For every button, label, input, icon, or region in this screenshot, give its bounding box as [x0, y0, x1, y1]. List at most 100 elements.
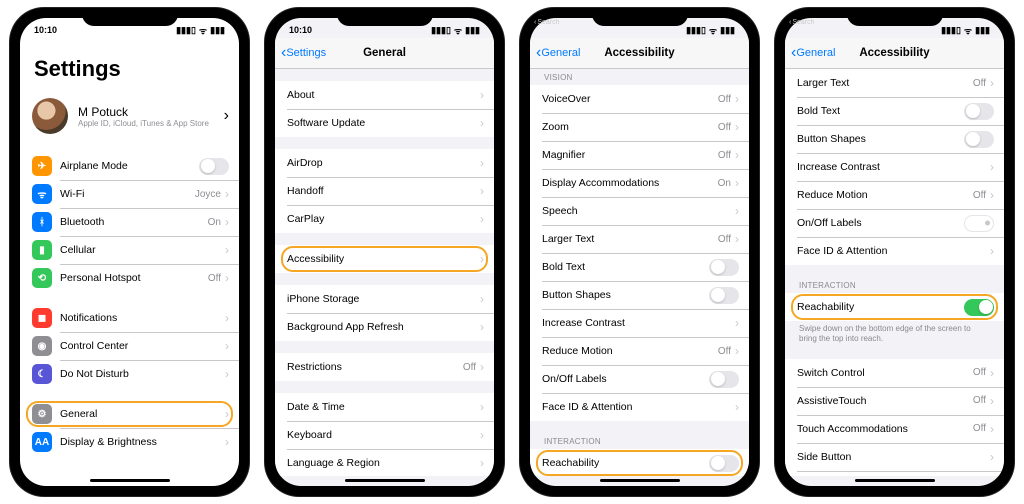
dnd-cell[interactable]: ☾ Do Not Disturb ›	[20, 360, 239, 388]
back-button[interactable]: ‹ General	[791, 38, 835, 68]
vision-zoom[interactable]: ZoomOff›	[530, 113, 749, 141]
general-keyboard[interactable]: Keyboard›	[275, 421, 494, 449]
toggle[interactable]	[199, 158, 229, 175]
interaction-siri[interactable]: Siri›	[785, 471, 1004, 476]
phone-accessibility-scrolled: ‹Search 10:10 ▮▮▮▯ᯤ▮▮▮ ‹ General Accessi…	[775, 8, 1014, 496]
vision-reduce-motion[interactable]: Reduce MotionOff›	[530, 337, 749, 365]
cellular-cell[interactable]: ▮ Cellular ›	[20, 236, 239, 264]
chevron-right-icon: ›	[225, 339, 229, 353]
general-date-time[interactable]: Date & Time›	[275, 393, 494, 421]
home-indicator[interactable]	[345, 479, 425, 482]
interaction-reachability[interactable]: Reachability	[530, 449, 749, 476]
general-about[interactable]: About›	[275, 81, 494, 109]
general-iphone-storage[interactable]: iPhone Storage›	[275, 285, 494, 313]
cell-label: Language & Region	[287, 457, 476, 469]
cell-detail: Off	[208, 273, 221, 284]
chevron-right-icon: ›	[480, 88, 484, 102]
toggle[interactable]	[964, 299, 994, 316]
toggle[interactable]	[709, 259, 739, 276]
cell-label: Do Not Disturb	[60, 368, 221, 380]
vision-speech[interactable]: Speech›	[530, 197, 749, 225]
toggle[interactable]	[709, 287, 739, 304]
vision-larger-text[interactable]: Larger TextOff›	[530, 225, 749, 253]
cell-detail: On	[208, 217, 221, 228]
chevron-right-icon: ›	[990, 394, 994, 408]
notch	[337, 8, 433, 26]
vision-on-off-labels[interactable]: On/Off Labels	[785, 209, 1004, 237]
hotspot-cell[interactable]: ⟲ Personal Hotspot Off ›	[20, 264, 239, 292]
airplane-mode-cell[interactable]: ✈ Airplane Mode	[20, 152, 239, 180]
chevron-right-icon: ›	[990, 450, 994, 464]
control-center-cell[interactable]: ◉ Control Center ›	[20, 332, 239, 360]
cell-label: Increase Contrast	[797, 161, 986, 173]
toggle[interactable]	[709, 371, 739, 388]
moon-icon: ☾	[32, 364, 52, 384]
back-button[interactable]: ‹ Settings	[281, 38, 326, 68]
vision-on-off-labels[interactable]: On/Off Labels	[530, 365, 749, 393]
interaction-assistivetouch[interactable]: AssistiveTouchOff›	[785, 387, 1004, 415]
breadcrumb-back[interactable]: ‹Search	[534, 19, 560, 26]
vision-button-shapes[interactable]: Button Shapes	[785, 125, 1004, 153]
home-indicator[interactable]	[600, 479, 680, 482]
vision-display-accommodations[interactable]: Display AccommodationsOn›	[530, 169, 749, 197]
signal-icon: ▮▮▮▯	[176, 25, 196, 36]
cell-label: Background App Refresh	[287, 321, 476, 333]
vision-bold-text[interactable]: Bold Text	[530, 253, 749, 281]
vision-voiceover[interactable]: VoiceOverOff›	[530, 85, 749, 113]
cell-label: On/Off Labels	[797, 217, 964, 229]
status-indicators: ▮▮▮▯ ᯤ ▮▮▮	[176, 24, 225, 37]
home-indicator[interactable]	[90, 479, 170, 482]
wifi-icon: ᯤ	[964, 24, 972, 37]
vision-button-shapes[interactable]: Button Shapes	[530, 281, 749, 309]
notch	[592, 8, 688, 26]
general-accessibility[interactable]: Accessibility›	[275, 245, 494, 273]
general-cell[interactable]: ⚙ General ›	[20, 400, 239, 428]
general-handoff[interactable]: Handoff›	[275, 177, 494, 205]
chevron-right-icon: ›	[990, 76, 994, 90]
chevron-right-icon: ›	[990, 422, 994, 436]
toggle[interactable]	[964, 131, 994, 148]
gear-icon: ⚙	[32, 404, 52, 424]
general-software-update[interactable]: Software Update›	[275, 109, 494, 137]
wifi-cell[interactable]: ᯤ Wi-Fi Joyce ›	[20, 180, 239, 208]
vision-magnifier[interactable]: MagnifierOff›	[530, 141, 749, 169]
chevron-right-icon: ›	[224, 107, 229, 125]
breadcrumb-back[interactable]: ‹Search	[789, 19, 815, 26]
display-cell[interactable]: AA Display & Brightness ›	[20, 428, 239, 456]
notifications-cell[interactable]: ◼ Notifications ›	[20, 304, 239, 332]
interaction-switch-control[interactable]: Switch ControlOff›	[785, 359, 1004, 387]
toggle[interactable]	[709, 455, 739, 472]
cell-label: Side Button	[797, 451, 986, 463]
cell-label: Larger Text	[542, 233, 714, 245]
vision-reduce-motion[interactable]: Reduce MotionOff›	[785, 181, 1004, 209]
general-background-app-refresh[interactable]: Background App Refresh›	[275, 313, 494, 341]
chevron-right-icon: ›	[225, 435, 229, 449]
general-language-region[interactable]: Language & Region›	[275, 449, 494, 476]
back-label: General	[541, 47, 580, 59]
cell-label: On/Off Labels	[542, 373, 709, 385]
vision-face-id-attention[interactable]: Face ID & Attention›	[785, 237, 1004, 265]
vision-larger-text[interactable]: Larger TextOff›	[785, 69, 1004, 97]
general-carplay[interactable]: CarPlay›	[275, 205, 494, 233]
vision-face-id-attention[interactable]: Face ID & Attention›	[530, 393, 749, 421]
interaction-side-button[interactable]: Side Button ›	[785, 443, 1004, 471]
toggle[interactable]	[964, 215, 994, 232]
toggle[interactable]	[964, 103, 994, 120]
status-indicators: ▮▮▮▯ᯤ▮▮▮	[941, 24, 990, 37]
breadcrumb-label: Search	[792, 19, 814, 26]
interaction-reachability[interactable]: Reachability	[785, 293, 1004, 321]
cell-label: Accessibility	[287, 253, 476, 265]
cell-label: Bold Text	[542, 261, 709, 273]
apple-id-cell[interactable]: M Potuck Apple ID, iCloud, iTunes & App …	[20, 92, 239, 140]
general-restrictions[interactable]: RestrictionsOff›	[275, 353, 494, 381]
back-button[interactable]: ‹ General	[536, 38, 580, 68]
interaction-touch-accommodations[interactable]: Touch AccommodationsOff›	[785, 415, 1004, 443]
cell-label: Face ID & Attention	[542, 401, 731, 413]
vision-increase-contrast[interactable]: Increase Contrast›	[785, 153, 1004, 181]
vision-increase-contrast[interactable]: Increase Contrast›	[530, 309, 749, 337]
vision-bold-text[interactable]: Bold Text	[785, 97, 1004, 125]
bluetooth-cell[interactable]: ᚼ Bluetooth On ›	[20, 208, 239, 236]
general-airdrop[interactable]: AirDrop›	[275, 149, 494, 177]
home-indicator[interactable]	[855, 479, 935, 482]
cell-label: Zoom	[542, 121, 714, 133]
